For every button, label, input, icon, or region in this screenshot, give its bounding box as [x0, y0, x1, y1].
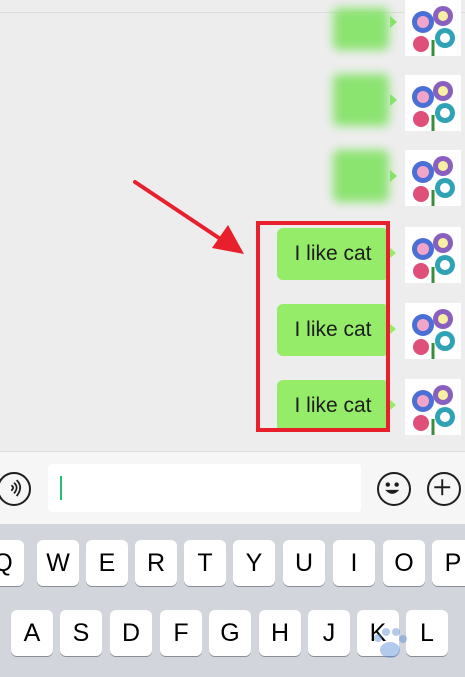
- key-o[interactable]: O: [383, 540, 425, 586]
- key-r[interactable]: R: [135, 540, 177, 586]
- key-f[interactable]: F: [160, 610, 202, 656]
- key-g[interactable]: G: [209, 610, 251, 656]
- flower-avatar-icon: [405, 379, 461, 435]
- blurred-message: [333, 74, 389, 126]
- user-avatar[interactable]: [405, 75, 461, 131]
- user-avatar[interactable]: [405, 303, 461, 359]
- voice-icon: [10, 479, 22, 497]
- chat-area: I like cat I like cat I like cat: [0, 0, 465, 451]
- blurred-message: [333, 8, 389, 50]
- blurred-message: [333, 150, 389, 202]
- user-avatar[interactable]: [405, 150, 461, 206]
- emoji-icon: [385, 482, 400, 494]
- key-w[interactable]: W: [37, 540, 79, 586]
- key-s[interactable]: S: [60, 610, 102, 656]
- key-y[interactable]: Y: [233, 540, 275, 586]
- bubble-tail: [390, 16, 397, 28]
- plus-icon: [434, 479, 451, 496]
- key-i[interactable]: I: [333, 540, 375, 586]
- key-d[interactable]: D: [110, 610, 152, 656]
- bubble-tail: [390, 170, 397, 182]
- flower-avatar-icon: [405, 150, 461, 206]
- user-avatar[interactable]: [405, 0, 461, 56]
- key-p[interactable]: P: [432, 540, 465, 586]
- text-caret: [60, 476, 62, 500]
- bubble-tail: [390, 94, 397, 106]
- key-e[interactable]: E: [86, 540, 128, 586]
- emoji-button[interactable]: [377, 472, 411, 506]
- message-input[interactable]: [48, 464, 361, 512]
- voice-button[interactable]: [0, 472, 31, 506]
- key-q[interactable]: Q: [0, 540, 24, 586]
- key-j[interactable]: J: [308, 610, 350, 656]
- highlight-box: [256, 221, 390, 432]
- input-bar: [0, 451, 465, 525]
- key-h[interactable]: H: [259, 610, 301, 656]
- key-a[interactable]: A: [11, 610, 53, 656]
- flower-avatar-icon: [405, 0, 461, 56]
- plus-button[interactable]: [427, 472, 461, 506]
- key-t[interactable]: T: [184, 540, 226, 586]
- flower-avatar-icon: [405, 303, 461, 359]
- user-avatar[interactable]: [405, 227, 461, 283]
- paw-watermark-icon: [374, 628, 407, 658]
- key-u[interactable]: U: [283, 540, 325, 586]
- divider: [0, 12, 465, 13]
- arrow-annotation: [133, 180, 244, 254]
- user-avatar[interactable]: [405, 379, 461, 435]
- flower-avatar-icon: [405, 75, 461, 131]
- flower-avatar-icon: [405, 227, 461, 283]
